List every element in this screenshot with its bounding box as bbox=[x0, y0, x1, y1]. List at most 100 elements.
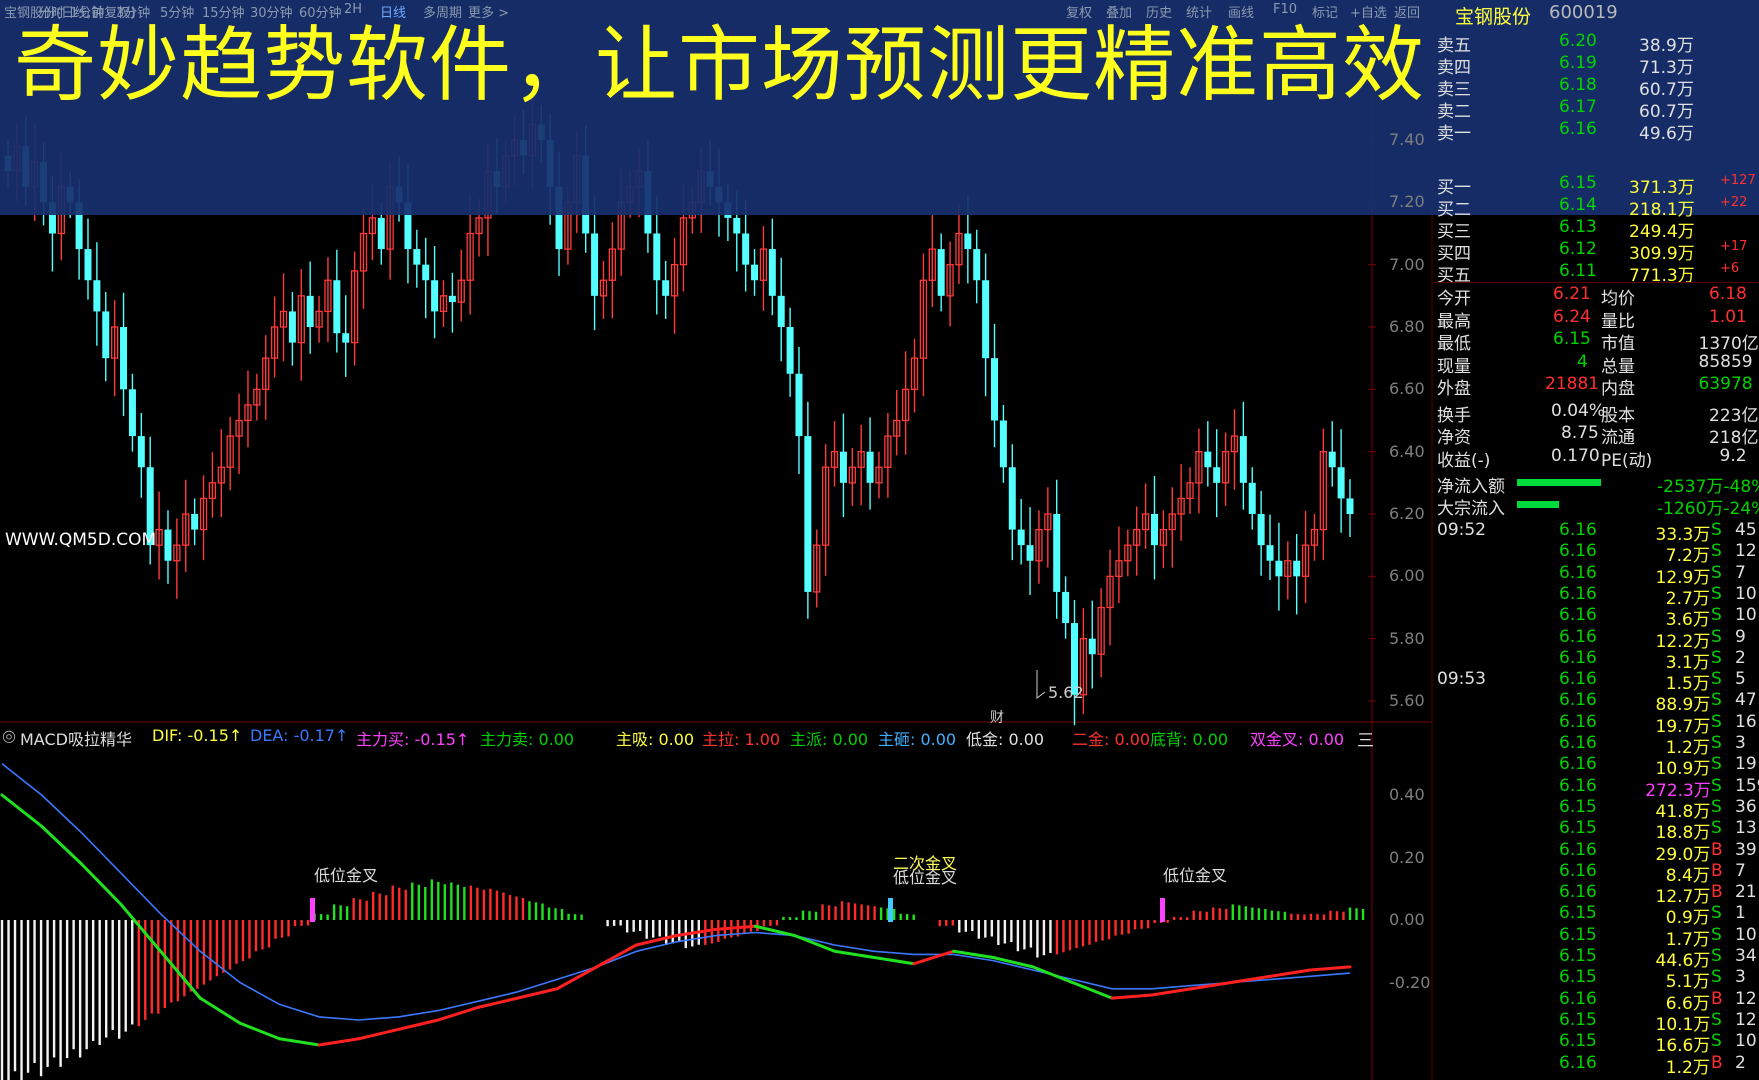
price-tick-label: 5.60 bbox=[1389, 691, 1425, 710]
tick-row: 6.15 16.6万 S 10 bbox=[1433, 1031, 1759, 1056]
candle bbox=[324, 257, 332, 342]
candle bbox=[1088, 600, 1096, 689]
dif-line-segment bbox=[1308, 965, 1352, 972]
stat-row: 今开 6.21 均价 6.18 bbox=[1433, 284, 1759, 309]
candle bbox=[991, 323, 999, 448]
stat-label: 最低 bbox=[1437, 334, 1471, 354]
stat-value: 4 bbox=[1577, 351, 1588, 372]
candle bbox=[315, 295, 323, 343]
flow-bar bbox=[1517, 479, 1601, 486]
tick-price: 6.15 bbox=[1559, 967, 1597, 988]
tool-tab[interactable]: F10 bbox=[1273, 2, 1297, 17]
candle bbox=[768, 218, 776, 316]
candle bbox=[93, 242, 101, 346]
indicator-menu-icon[interactable]: 三 bbox=[1357, 726, 1374, 751]
dif-line-segment bbox=[317, 1037, 361, 1047]
tick-price: 6.16 bbox=[1559, 754, 1597, 775]
candle bbox=[1310, 514, 1319, 561]
tick-side: B bbox=[1711, 882, 1723, 903]
trading-app: 宝钢股份(日线,前复权) 分时 1分钟 3分钟 5分钟 15分钟 30分钟 60分钟 2H 日线… bbox=[0, 0, 1759, 1080]
candle bbox=[1008, 444, 1016, 561]
flow-row: 净流入额 -2537万-48% bbox=[1433, 472, 1759, 497]
stat-value: 9.2 bbox=[1719, 445, 1747, 466]
tick-row: 6.15 41.8万 S 36 bbox=[1433, 797, 1759, 822]
stock-code: 600019 bbox=[1549, 2, 1618, 23]
candle bbox=[955, 202, 963, 284]
candle bbox=[813, 529, 821, 608]
candle bbox=[422, 237, 430, 319]
tick-price: 6.15 bbox=[1559, 818, 1597, 839]
ask-row: 卖四 6.19 71.3万 bbox=[1433, 53, 1759, 78]
indicator-name[interactable]: MACD吸拉精华 bbox=[20, 726, 132, 750]
candle bbox=[1204, 421, 1212, 487]
candle bbox=[759, 226, 768, 311]
candle bbox=[235, 393, 243, 475]
tick-row: 6.16 3.6万 S 10 bbox=[1433, 605, 1759, 630]
dif-line-segment bbox=[396, 1018, 440, 1031]
candle bbox=[350, 251, 359, 366]
candle bbox=[1319, 428, 1327, 561]
tick-row: 6.15 0.9万 S 1 bbox=[1433, 903, 1759, 928]
price-tick-label: 7.40 bbox=[1389, 130, 1425, 149]
quote-panel: 宝钢股份 600019 卖五 6.20 38.9万 卖四 6.19 71.3万 卖三 6.18… bbox=[1433, 0, 1759, 1080]
candle bbox=[1070, 600, 1078, 726]
tick-price: 6.16 bbox=[1559, 541, 1597, 562]
ask-row: 卖三 6.18 60.7万 bbox=[1433, 75, 1759, 100]
dif-line-segment bbox=[1269, 968, 1312, 978]
candle bbox=[262, 335, 270, 420]
low-price-label: 5.62 bbox=[1048, 683, 1084, 702]
candle bbox=[910, 338, 919, 413]
candle bbox=[848, 447, 856, 506]
flow-bar bbox=[1517, 501, 1559, 508]
candle bbox=[866, 417, 874, 510]
candle bbox=[270, 296, 279, 378]
candle bbox=[928, 214, 936, 308]
candle bbox=[973, 229, 981, 304]
candle bbox=[1328, 421, 1336, 487]
stat-row: 外盘 21881 内盘 63978 bbox=[1433, 374, 1759, 399]
indicator-value: 低金: 0.00 bbox=[966, 730, 1045, 749]
tick-price: 6.16 bbox=[1559, 1052, 1597, 1073]
tick-price: 6.16 bbox=[1559, 860, 1597, 881]
price-tick-label: 6.60 bbox=[1389, 379, 1425, 399]
candle bbox=[413, 229, 421, 288]
tick-price: 6.16 bbox=[1559, 583, 1597, 604]
tick-count: 16 bbox=[1735, 711, 1757, 732]
candle bbox=[999, 404, 1007, 483]
stock-header: 宝钢股份 600019 bbox=[1433, 2, 1759, 28]
bid-row: 买二 6.14 218.1万 +22 bbox=[1433, 195, 1759, 220]
candle bbox=[830, 421, 839, 487]
price-tick-label: 7.20 bbox=[1389, 192, 1425, 212]
tick-price: 6.15 bbox=[1559, 946, 1597, 966]
tick-row: 6.15 10.1万 S 12 bbox=[1433, 1010, 1759, 1035]
candle bbox=[1168, 487, 1176, 568]
bid-row: 买五 6.11 771.3万 +6 bbox=[1433, 261, 1759, 286]
tick-side: S bbox=[1711, 903, 1722, 924]
stat-value: 6.21 bbox=[1553, 284, 1591, 304]
candle bbox=[857, 424, 865, 506]
stat-row: 净资 8.75 流通 218亿 bbox=[1433, 423, 1759, 448]
tick-side: S bbox=[1711, 754, 1722, 775]
ob-price: 6.11 bbox=[1559, 261, 1597, 281]
indicator-value: 二金: 0.00 bbox=[1072, 730, 1151, 749]
tick-count: 2 bbox=[1735, 647, 1746, 668]
stat-label: 现量 bbox=[1437, 356, 1471, 377]
candle bbox=[777, 257, 785, 362]
tick-count: 7 bbox=[1735, 562, 1746, 583]
tick-side: B bbox=[1711, 839, 1723, 860]
tick-price: 6.16 bbox=[1559, 626, 1597, 647]
dif-line-segment bbox=[198, 996, 242, 1025]
stat-value: 218亿 bbox=[1709, 428, 1759, 448]
dif-line-segment bbox=[159, 949, 202, 1000]
candle bbox=[1035, 510, 1043, 584]
tick-count: 45 bbox=[1735, 520, 1757, 540]
candle bbox=[84, 218, 92, 300]
indicator-value: 双金叉: 0.00 bbox=[1250, 730, 1345, 749]
candle bbox=[901, 351, 910, 455]
ob-price: 6.19 bbox=[1559, 53, 1597, 73]
tick-price: 6.16 bbox=[1559, 711, 1597, 732]
candle bbox=[884, 413, 892, 498]
indicator-settings-icon[interactable]: ◎ bbox=[2, 726, 16, 745]
tick-row: 6.15 18.8万 S 13 bbox=[1433, 818, 1759, 843]
tick-count: 13 bbox=[1735, 818, 1757, 839]
